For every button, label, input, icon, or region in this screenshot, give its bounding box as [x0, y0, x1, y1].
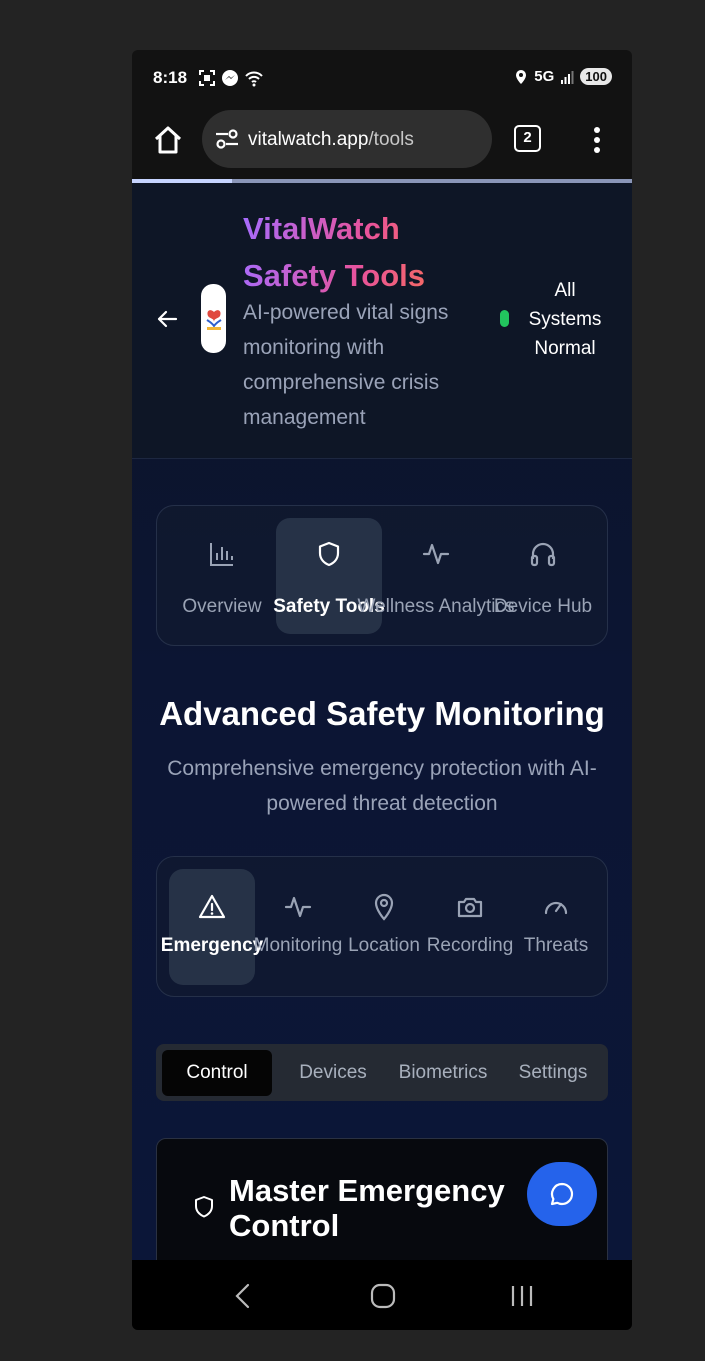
status-time: 8:18 — [153, 68, 188, 87]
home-nav-icon[interactable] — [370, 1282, 396, 1310]
chat-button[interactable] — [527, 1162, 597, 1226]
main-nav-tabs: Overview Safety Tools Wellness Analytics… — [156, 505, 608, 646]
tab-overview[interactable]: Overview — [169, 518, 275, 634]
url-host: vitalwatch.app — [248, 129, 369, 150]
activity-icon — [422, 543, 450, 565]
phone-screen: 8:18 5G 100 vitalwatch.app/tools 2 Vital… — [132, 50, 632, 1330]
wifi-icon — [245, 71, 263, 87]
headphones-icon — [530, 542, 556, 567]
section-subtitle: Comprehensive emergency protection with … — [167, 757, 597, 815]
tab-threats[interactable]: Threats — [513, 869, 599, 985]
url-text: vitalwatch.app/tools — [248, 129, 414, 151]
segment-devices[interactable]: Devices — [278, 1050, 388, 1096]
bar-chart-icon — [210, 543, 233, 566]
tab-emergency[interactable]: Emergency — [161, 869, 263, 985]
shield-icon — [318, 541, 340, 567]
page-title: VitalWatch Safety Tools — [243, 205, 483, 299]
more-menu-icon[interactable] — [590, 124, 604, 156]
segment-settings[interactable]: Settings — [498, 1050, 608, 1096]
back-arrow-icon[interactable] — [156, 308, 178, 330]
shield-icon — [195, 1196, 213, 1218]
gauge-icon — [544, 901, 568, 915]
safety-tool-tabs: Emergency Monitoring Location Recording … — [156, 856, 608, 997]
back-nav-icon[interactable] — [232, 1282, 254, 1310]
chat-bubble-icon — [550, 1182, 574, 1206]
status-dot-icon — [500, 310, 509, 327]
status-bar: 8:18 5G 100 — [132, 50, 632, 108]
system-nav-bar — [132, 1260, 632, 1330]
site-settings-icon[interactable] — [214, 128, 240, 150]
home-icon[interactable] — [152, 124, 184, 156]
battery-indicator: 100 — [580, 68, 612, 85]
app-logo — [201, 284, 226, 353]
activity-icon — [284, 896, 312, 918]
tab-switcher-button[interactable]: 2 — [514, 125, 541, 152]
tab-wellness-analytics[interactable]: Wellness Analytics — [358, 518, 515, 634]
section-title: Advanced Safety Monitoring — [159, 695, 605, 732]
url-path: /tools — [368, 129, 414, 150]
system-status: All Systems Normal — [498, 274, 632, 364]
web-content: VitalWatch Safety Tools AI-powered vital… — [132, 183, 632, 1260]
page-header: VitalWatch Safety Tools AI-powered vital… — [132, 183, 632, 459]
card-title: Master Emergency Control — [229, 1173, 505, 1243]
segment-tabs: Control Devices Biometrics Settings — [156, 1044, 608, 1101]
logo-emblem-icon — [205, 309, 222, 330]
messenger-icon — [222, 70, 238, 86]
address-bar[interactable]: vitalwatch.app/tools — [202, 110, 492, 168]
browser-toolbar: vitalwatch.app/tools 2 — [132, 108, 632, 180]
signal-icon — [561, 70, 574, 84]
network-type: 5G — [534, 68, 555, 85]
page-subtitle: AI-powered vital signs monitoring with c… — [243, 301, 449, 429]
segment-control[interactable]: Control — [162, 1050, 272, 1096]
camera-icon — [457, 897, 483, 918]
screenshot-icon — [199, 70, 215, 86]
segment-biometrics[interactable]: Biometrics — [388, 1050, 498, 1096]
tab-recording[interactable]: Recording — [427, 869, 513, 985]
system-status-text: All Systems Normal — [528, 280, 602, 359]
map-pin-icon — [374, 893, 394, 921]
location-icon — [516, 69, 527, 84]
alert-triangle-icon — [198, 894, 226, 919]
recents-nav-icon[interactable] — [510, 1282, 534, 1310]
tab-location[interactable]: Location — [341, 869, 427, 985]
tab-device-hub[interactable]: Device Hub — [490, 518, 596, 634]
tab-monitoring[interactable]: Monitoring — [254, 869, 342, 985]
